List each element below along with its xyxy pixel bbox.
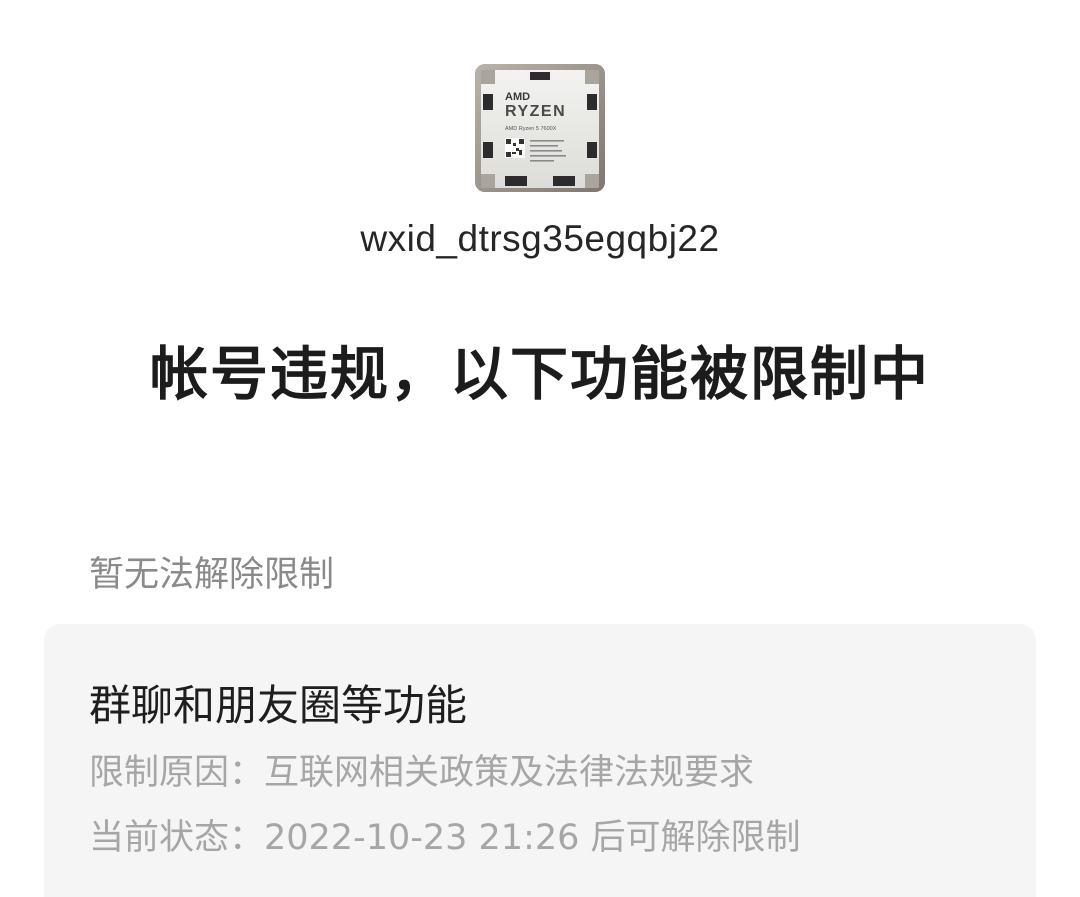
restriction-card[interactable]: 群聊和朋友圈等功能 限制原因：互联网相关政策及法律法规要求 当前状态：2022-… [44, 624, 1036, 897]
avatar: AMD RYZEN AMD Ryzen 5 7600X [475, 64, 605, 192]
restriction-reason: 限制原因：互联网相关政策及法律法规要求 [89, 753, 755, 793]
account-id: wxid_dtrsg35egqbj22 [360, 218, 720, 259]
avatar-brand-line2: RYZEN [505, 103, 566, 120]
restriction-title: 群聊和朋友圈等功能 [89, 681, 468, 730]
restriction-status: 当前状态：2022-10-23 21:26 后可解除限制 [89, 818, 801, 858]
avatar-model-line: AMD Ryzen 5 7600X [505, 126, 557, 132]
avatar-brand-line1: AMD [505, 91, 530, 103]
section-label: 暂无法解除限制 [89, 555, 335, 595]
page-title: 帐号违规，以下功能被限制中 [149, 340, 930, 408]
cpu-chip-photo-icon: AMD RYZEN AMD Ryzen 5 7600X [475, 64, 605, 192]
restriction-page: AMD RYZEN AMD Ryzen 5 7600X wxid_dtrsg35… [0, 0, 1080, 897]
